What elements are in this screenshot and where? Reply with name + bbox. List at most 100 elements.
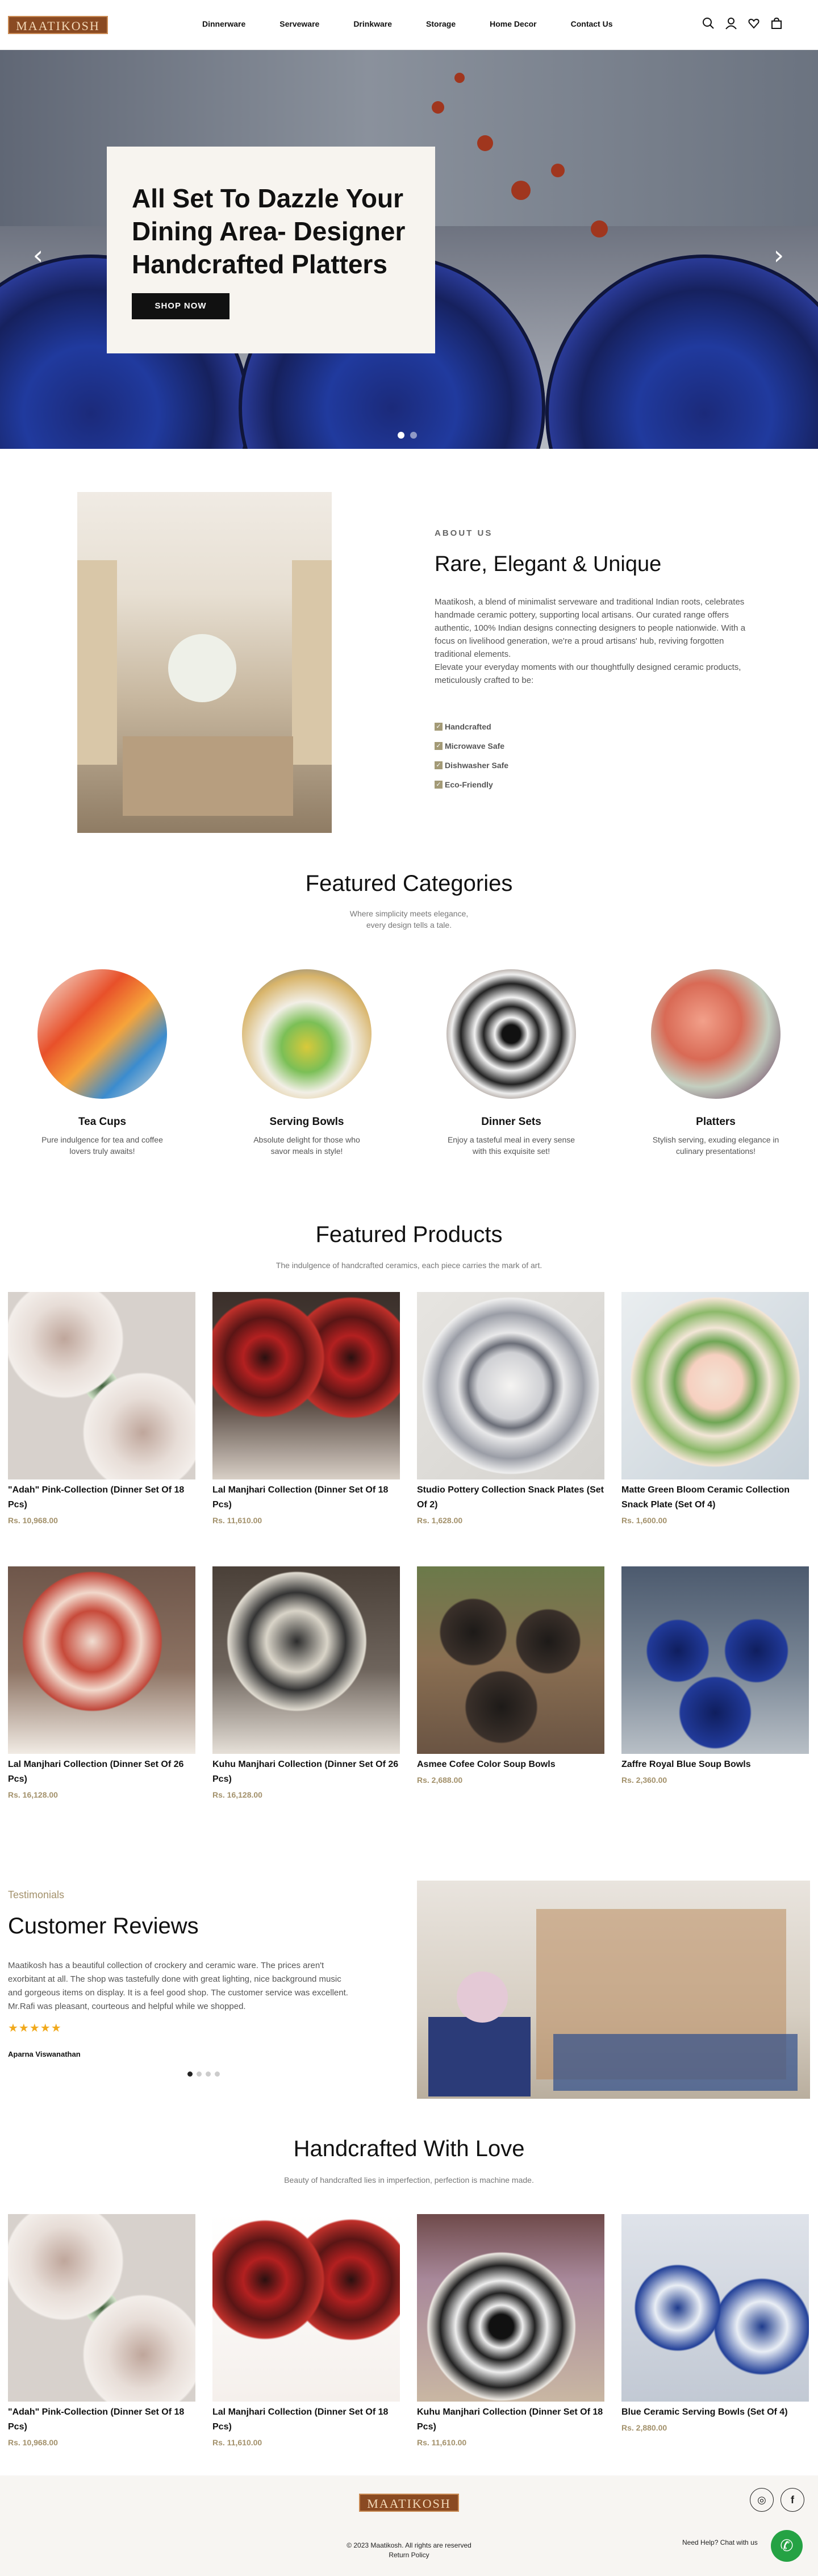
product-card[interactable]: Studio Pottery Collection Snack Plates (… <box>417 1292 604 1525</box>
nav-storage[interactable]: Storage <box>426 19 456 28</box>
featured-title: Featured Products <box>315 1222 503 1247</box>
product-card[interactable]: Blue Ceramic Serving Bowls (Set Of 4) Rs… <box>621 2214 809 2432</box>
product-card[interactable]: Lal Manjhari Collection (Dinner Set Of 1… <box>212 1292 400 1525</box>
category-card[interactable]: Tea Cups Pure indulgence for tea and cof… <box>23 969 182 1157</box>
review-dot[interactable] <box>206 2071 211 2077</box>
about-paragraph: Maatikosh, a blend of minimalist servewa… <box>435 597 746 659</box>
product-price: Rs. 11,610.00 <box>212 1516 262 1525</box>
product-price: Rs. 1,600.00 <box>621 1516 667 1525</box>
product-name: Lal Manjhari Collection (Dinner Set Of 1… <box>212 1485 389 1510</box>
slide-dot[interactable] <box>398 432 404 439</box>
nav-home-decor[interactable]: Home Decor <box>490 19 536 28</box>
product-name: "Adah" Pink-Collection (Dinner Set Of 18… <box>8 1485 185 1510</box>
feature-label: Microwave Safe <box>445 741 505 751</box>
product-image <box>417 1566 604 1754</box>
prev-arrow-icon[interactable]: ‹ <box>26 242 50 268</box>
handcrafted-title: Handcrafted With Love <box>293 2136 525 2161</box>
product-name: Lal Manjhari Collection (Dinner Set Of 2… <box>8 1760 184 1784</box>
product-name: Studio Pottery Collection Snack Plates (… <box>417 1485 604 1510</box>
hero-banner: All Set To Dazzle Your Dining Area- Desi… <box>0 50 818 449</box>
brand-logo[interactable]: MAATIKOSH <box>8 16 108 34</box>
review-dot[interactable] <box>215 2071 220 2077</box>
product-image <box>8 1292 195 1479</box>
shelf-decor <box>77 560 117 765</box>
reviews-title: Customer Reviews <box>8 1914 199 1939</box>
rating-stars: ★★★★★ <box>8 2022 62 2035</box>
slide-dot[interactable] <box>410 432 417 439</box>
review-author: Aparna Viswanathan <box>8 2050 81 2058</box>
testimonials-label: Testimonials <box>8 1889 65 1900</box>
product-image <box>8 1566 195 1754</box>
search-icon[interactable] <box>702 17 715 30</box>
feature-item: ✓ Handcrafted <box>435 717 508 736</box>
hero-card: All Set To Dazzle Your Dining Area- Desi… <box>107 147 435 353</box>
bag-icon[interactable] <box>770 17 783 30</box>
instagram-icon[interactable]: ◎ <box>750 2488 774 2512</box>
flower-decor <box>457 1971 508 2023</box>
category-name: Dinner Sets <box>481 1116 541 1128</box>
product-card[interactable]: "Adah" Pink-Collection (Dinner Set Of 18… <box>8 2214 195 2447</box>
feature-item: ✓ Dishwasher Safe <box>435 756 508 775</box>
nav-serveware[interactable]: Serveware <box>279 19 319 28</box>
product-price: Rs. 1,628.00 <box>417 1516 463 1525</box>
hero-branch-decor <box>511 181 531 200</box>
hero-branch-decor <box>551 164 565 177</box>
product-image <box>621 1292 809 1479</box>
flower-decor <box>168 634 236 702</box>
product-card[interactable]: Matte Green Bloom Ceramic Collection Sna… <box>621 1292 809 1525</box>
category-name: Platters <box>696 1116 736 1128</box>
hero-slide-dots <box>398 432 417 439</box>
nav-drinkware[interactable]: Drinkware <box>353 19 392 28</box>
shop-now-button[interactable]: SHOP NOW <box>132 293 229 319</box>
review-dots <box>187 2071 220 2077</box>
review-dot[interactable] <box>197 2071 202 2077</box>
category-desc-line: Stylish serving, exuding elegance in <box>652 1135 779 1144</box>
product-price: Rs. 2,688.00 <box>417 1775 463 1785</box>
category-card[interactable]: Dinner Sets Enjoy a tasteful meal in eve… <box>432 969 591 1157</box>
product-card[interactable]: "Adah" Pink-Collection (Dinner Set Of 18… <box>8 1292 195 1525</box>
hero-title: All Set To Dazzle Your Dining Area- Desi… <box>132 184 406 279</box>
check-icon: ✓ <box>435 723 443 731</box>
nav-contact-us[interactable]: Contact Us <box>571 19 613 28</box>
about-title: Rare, Elegant & Unique <box>435 552 662 576</box>
main-nav: Dinnerware Serveware Drinkware Storage H… <box>202 19 647 28</box>
category-desc: Absolute delight for those who savor meal… <box>227 1134 386 1157</box>
feature-item: ✓ Microwave Safe <box>435 736 508 756</box>
hero-branch-decor <box>454 73 465 83</box>
product-price: Rs. 16,128.00 <box>212 1790 262 1799</box>
product-name: "Adah" Pink-Collection (Dinner Set Of 18… <box>8 2407 185 2432</box>
footer-logo[interactable]: MAATIKOSH <box>359 2494 459 2512</box>
product-card[interactable]: Kuhu Manjhari Collection (Dinner Set Of … <box>417 2214 604 2447</box>
about-text: Maatikosh, a blend of minimalist servewa… <box>435 595 754 687</box>
product-price: Rs. 2,880.00 <box>621 2423 667 2432</box>
platters-image <box>651 969 781 1099</box>
review-dot[interactable] <box>187 2071 193 2077</box>
heart-icon[interactable] <box>748 17 760 30</box>
product-card[interactable]: Asmee Cofee Color Soup Bowls Rs. 2,688.0… <box>417 1566 604 1785</box>
shelf-decor <box>553 2034 798 2091</box>
product-image <box>417 2214 604 2402</box>
product-card[interactable]: Lal Manjhari Collection (Dinner Set Of 2… <box>8 1566 195 1799</box>
categories-subtitle: every design tells a tale. <box>366 920 452 929</box>
check-icon: ✓ <box>435 761 443 769</box>
category-name: Serving Bowls <box>269 1116 344 1128</box>
product-card[interactable]: Zaffre Royal Blue Soup Bowls Rs. 2,360.0… <box>621 1566 809 1785</box>
about-paragraph: Elevate your everyday moments with our t… <box>435 662 741 685</box>
return-policy-link[interactable]: Return Policy <box>0 2551 818 2559</box>
product-image <box>212 2214 400 2402</box>
product-card[interactable]: Kuhu Manjhari Collection (Dinner Set Of … <box>212 1566 400 1799</box>
product-image <box>212 1566 400 1754</box>
category-card[interactable]: Platters Stylish serving, exuding elegan… <box>636 969 795 1157</box>
category-desc-line: Enjoy a tasteful meal in every sense <box>447 1135 575 1144</box>
feature-label: Eco-Friendly <box>445 780 493 789</box>
nav-dinnerware[interactable]: Dinnerware <box>202 19 245 28</box>
category-desc-line: Absolute delight for those who <box>253 1135 360 1144</box>
hero-branch-decor <box>477 135 493 151</box>
whatsapp-chat-icon[interactable]: ✆ <box>771 2530 803 2562</box>
user-icon[interactable] <box>725 17 737 30</box>
next-arrow-icon[interactable]: › <box>767 242 791 268</box>
category-desc: Enjoy a tasteful meal in every sense with… <box>432 1134 591 1157</box>
facebook-icon[interactable]: f <box>781 2488 804 2512</box>
category-card[interactable]: Serving Bowls Absolute delight for those… <box>227 969 386 1157</box>
product-card[interactable]: Lal Manjhari Collection (Dinner Set Of 1… <box>212 2214 400 2447</box>
